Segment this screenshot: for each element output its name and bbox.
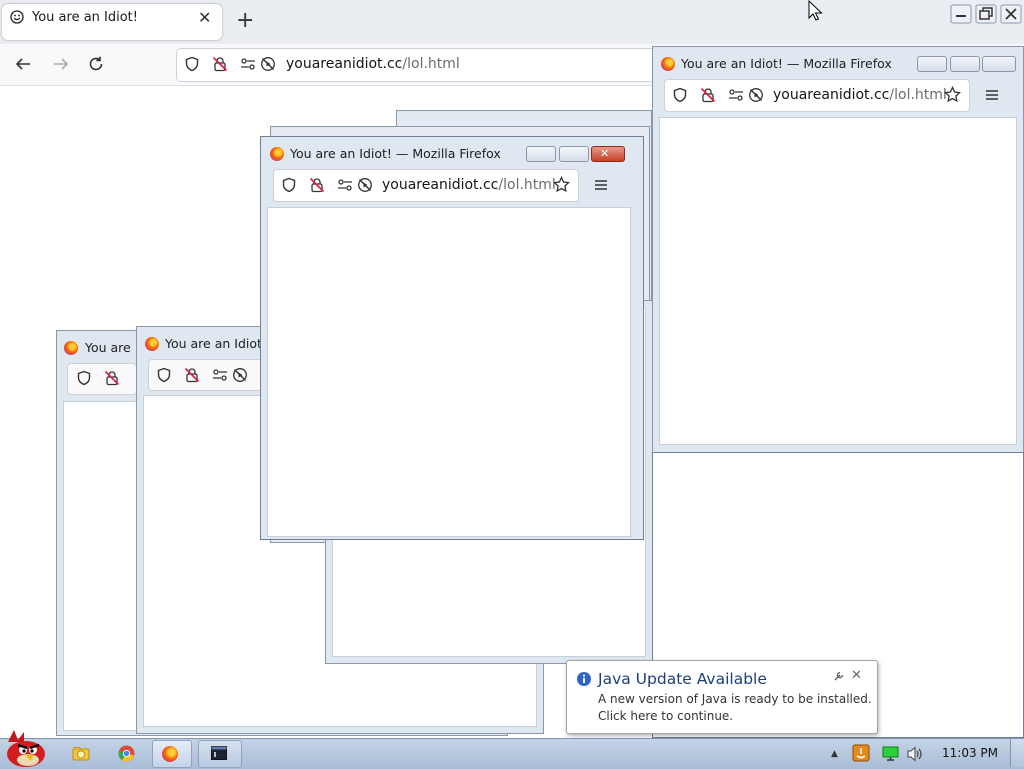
firefox-icon (64, 341, 78, 355)
url-path: /lol.html (889, 87, 947, 103)
popup-content (659, 117, 1017, 445)
volume-icon[interactable] (906, 746, 924, 762)
java-notification-message: A new version of Java is ready to be ins… (598, 692, 872, 706)
file-explorer-icon[interactable] (72, 745, 90, 761)
shield-icon[interactable] (184, 56, 200, 72)
wrench-icon[interactable] (833, 670, 845, 682)
show-desktop-button[interactable] (1010, 739, 1024, 767)
popup-content (267, 207, 631, 537)
tab-close-icon[interactable]: ✕ (198, 10, 211, 26)
autoplay-blocked-icon[interactable] (260, 56, 276, 72)
chrome-icon[interactable] (118, 745, 135, 762)
popup-title: You are (85, 340, 131, 355)
notification-close-icon[interactable]: ✕ (851, 668, 862, 683)
console-window-icon (211, 746, 227, 760)
popup-title: You are an Idiot (165, 336, 260, 351)
taskbar-clock[interactable]: 11:03 PM (942, 746, 998, 760)
url-text[interactable]: youareanidiot.cc/lol.html (286, 56, 460, 72)
tab-title: You are an Idiot! (32, 10, 138, 25)
insecure-lock-icon[interactable] (212, 56, 228, 72)
insecure-lock-icon[interactable] (104, 370, 120, 386)
popup-title: You are an Idiot! — Mozilla Firefox (290, 146, 501, 161)
bookmark-star-icon[interactable] (944, 86, 961, 103)
angry-bird-start-icon[interactable] (2, 728, 48, 768)
insecure-lock-icon[interactable] (184, 367, 200, 383)
close-button[interactable] (982, 56, 1016, 72)
mouse-cursor-icon (808, 0, 824, 22)
permissions-icon[interactable] (728, 88, 744, 102)
close-icon: ✕ (600, 147, 610, 160)
shield-icon[interactable] (281, 177, 297, 193)
insecure-lock-icon[interactable] (309, 177, 325, 193)
popup-url-text[interactable]: youareanidiot.cc/lol.html (382, 177, 556, 193)
firefox-icon (145, 337, 159, 351)
java-tray-icon[interactable] (852, 744, 870, 762)
maximize-button[interactable] (559, 146, 589, 162)
info-icon (576, 671, 592, 687)
forward-icon[interactable] (52, 55, 70, 73)
permissions-icon[interactable] (337, 178, 353, 192)
url-host: youareanidiot.cc (773, 87, 890, 103)
firefox-icon (270, 147, 284, 161)
maximize-button[interactable] (950, 56, 980, 72)
url-path: /lol.html (498, 177, 556, 193)
autoplay-blocked-icon[interactable] (357, 177, 373, 193)
url-host: youareanidiot.cc (382, 177, 499, 193)
shield-icon[interactable] (76, 370, 92, 386)
url-host: youareanidiot.cc (286, 56, 403, 72)
firefox-icon (661, 57, 675, 71)
bookmark-star-icon[interactable] (553, 176, 570, 193)
popup-url-text[interactable]: youareanidiot.cc/lol.html (773, 87, 947, 103)
minimize-button[interactable] (526, 146, 556, 162)
menu-icon[interactable] (594, 179, 608, 191)
smiley-icon (10, 10, 24, 24)
permissions-icon[interactable] (212, 368, 228, 382)
shield-icon[interactable] (156, 367, 172, 383)
menu-icon[interactable] (985, 89, 999, 101)
popup-title: You are an Idiot! — Mozilla Firefox (681, 56, 892, 71)
reload-icon[interactable] (87, 55, 105, 73)
java-notification-link[interactable]: Click here to continue. (598, 709, 733, 723)
network-icon[interactable] (882, 746, 899, 761)
shield-icon[interactable] (672, 87, 688, 103)
autoplay-blocked-icon[interactable] (232, 367, 248, 383)
permissions-icon[interactable] (240, 57, 256, 71)
back-icon[interactable] (14, 55, 32, 73)
firefox-icon (162, 746, 178, 762)
new-tab-icon[interactable]: + (236, 10, 254, 32)
tray-expand-icon[interactable]: ▲ (831, 749, 838, 759)
autoplay-blocked-icon[interactable] (748, 87, 764, 103)
insecure-lock-icon[interactable] (700, 87, 716, 103)
url-path: /lol.html (402, 56, 460, 72)
minimize-button[interactable] (917, 56, 947, 72)
java-notification-title: Java Update Available (598, 670, 767, 688)
main-window-controls (950, 2, 1024, 26)
